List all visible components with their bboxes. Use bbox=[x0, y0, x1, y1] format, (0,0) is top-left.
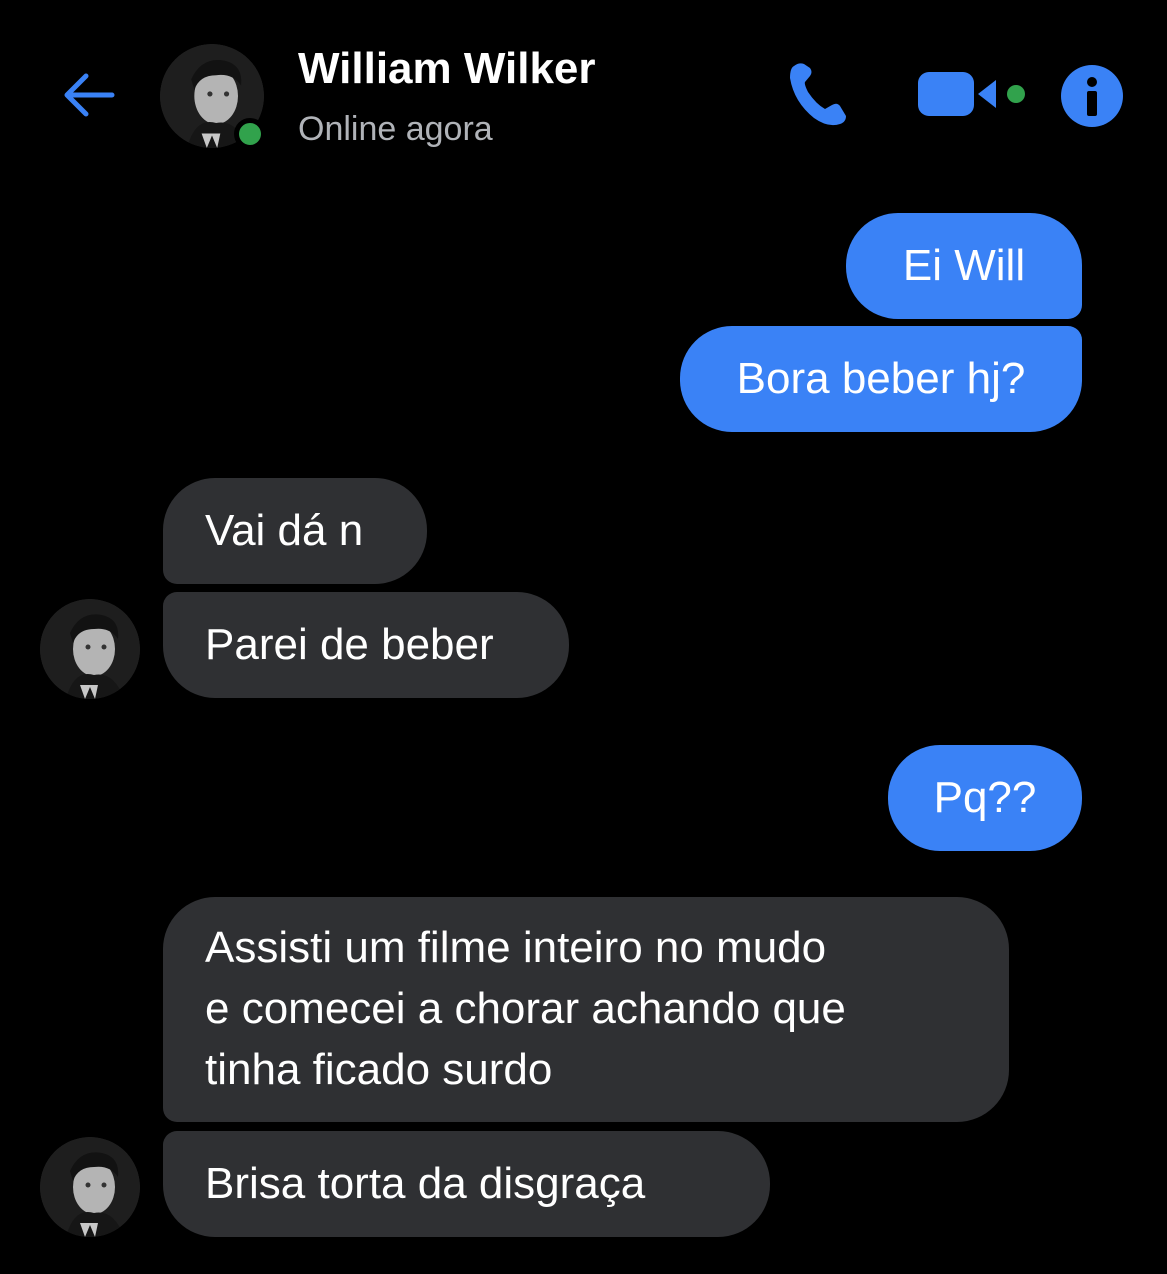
sender-avatar[interactable] bbox=[40, 1137, 140, 1237]
video-camera-icon bbox=[918, 72, 1025, 116]
message-bubble-received[interactable]: Assisti um filme inteiro no mudo e comec… bbox=[163, 897, 1009, 1122]
message-bubble-sent[interactable]: Bora beber hj? bbox=[680, 326, 1082, 432]
back-button[interactable] bbox=[56, 62, 122, 128]
avatar-image bbox=[40, 1137, 140, 1237]
contact-name[interactable]: William Wilker bbox=[298, 44, 596, 94]
video-call-button[interactable] bbox=[914, 64, 1034, 124]
presence-status: Online agora bbox=[298, 110, 493, 148]
voice-call-button[interactable] bbox=[780, 56, 856, 132]
contact-avatar[interactable] bbox=[160, 44, 266, 150]
chat-header: William Wilker Online agora bbox=[0, 0, 1167, 180]
back-arrow-icon bbox=[64, 73, 115, 117]
message-line: tinha ficado surdo bbox=[205, 1045, 553, 1094]
message-bubble-received[interactable]: Vai dá n bbox=[163, 478, 427, 584]
info-button[interactable] bbox=[1058, 62, 1126, 130]
online-indicator bbox=[234, 118, 266, 150]
message-bubble-received[interactable]: Brisa torta da disgraça bbox=[163, 1131, 770, 1237]
message-bubble-received[interactable]: Parei de beber bbox=[163, 592, 569, 698]
phone-icon bbox=[790, 63, 846, 126]
message-line: e comecei a chorar achando que bbox=[205, 984, 846, 1033]
avatar-image bbox=[40, 599, 140, 699]
message-line: Assisti um filme inteiro no mudo bbox=[205, 923, 827, 972]
message-bubble-sent[interactable]: Ei Will bbox=[846, 213, 1082, 319]
sender-avatar[interactable] bbox=[40, 599, 140, 699]
info-icon bbox=[1061, 65, 1123, 127]
message-bubble-sent[interactable]: Pq?? bbox=[888, 745, 1082, 851]
